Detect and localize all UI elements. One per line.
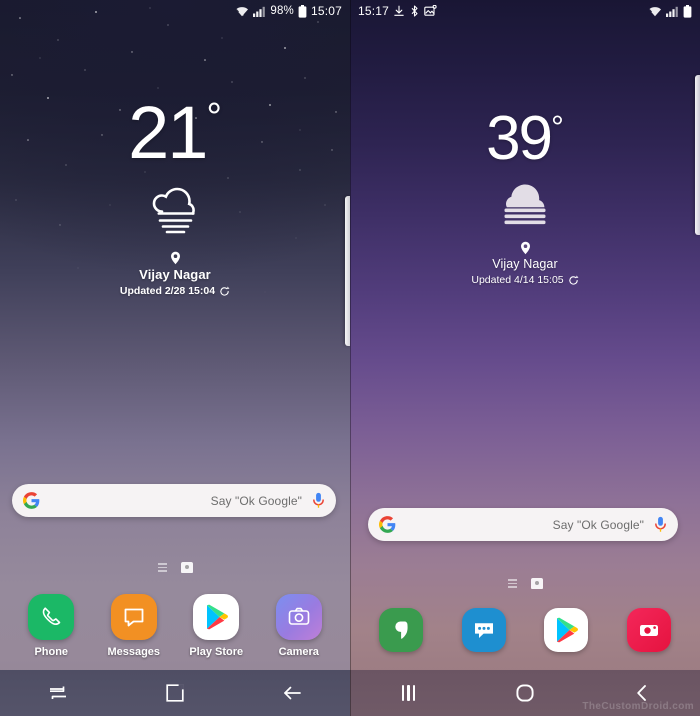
page-lines-icon[interactable] — [507, 579, 517, 588]
left-status-bar: 98% 15:07 — [0, 0, 350, 22]
weather-updated-label: Updated 2/28 15:04 — [119, 285, 216, 297]
dock-app-label: Camera — [278, 646, 319, 658]
recents-button[interactable] — [28, 670, 88, 716]
home-page-icon[interactable] — [530, 578, 543, 589]
temperature-value: 39 — [486, 104, 553, 173]
dock-app-messages[interactable]: Messages — [103, 594, 165, 658]
degree-symbol: ° — [206, 96, 222, 140]
status-clock: 15:17 — [358, 4, 390, 18]
left-navigation-bar — [0, 670, 350, 716]
left-weather-widget[interactable]: 21° Vijay Nagar Updated 2/28 15:04 — [0, 96, 350, 297]
signal-icon — [666, 6, 678, 17]
dock-app-camera[interactable]: Camera — [268, 594, 330, 658]
home-page-icon[interactable] — [180, 562, 193, 573]
status-clock: 15:07 — [310, 4, 342, 18]
back-arrow-icon — [283, 686, 301, 700]
left-google-search-bar[interactable]: Say "Ok Google" — [12, 484, 336, 517]
dock-app-label: Phone — [34, 646, 69, 658]
home-button[interactable] — [495, 670, 555, 716]
phone-icon[interactable] — [28, 594, 75, 640]
search-placeholder-text: Say "Ok Google" — [210, 493, 302, 508]
left-status-icons: 98% 15:07 — [235, 4, 342, 18]
dock-app-phone[interactable]: Phone — [20, 594, 82, 658]
dock-app-label: Play Store — [189, 646, 244, 658]
screenshot-icon — [424, 5, 437, 16]
right-google-search-bar[interactable]: Say "Ok Google" — [368, 508, 678, 541]
recents-swap-icon — [50, 686, 67, 699]
degree-symbol: ° — [551, 108, 564, 145]
dock-app-phone[interactable] — [370, 608, 432, 658]
weather-updated-row: Updated 4/14 15:05 — [350, 274, 700, 286]
home-circle-icon — [516, 684, 534, 702]
right-status-left-group: 15:17 — [358, 4, 437, 18]
microphone-icon[interactable] — [654, 516, 667, 533]
battery-percent-label: 98% — [270, 5, 294, 17]
left-phone-screen: 98% 15:07 21° Vijay Nagar Updated 2/28 1… — [0, 0, 350, 716]
cloud-fog-filled-icon — [504, 184, 546, 225]
location-pin-icon — [520, 241, 530, 255]
right-status-icons — [648, 4, 692, 18]
refresh-icon[interactable] — [568, 275, 579, 286]
google-g-icon — [379, 516, 396, 533]
back-chevron-icon — [636, 685, 646, 701]
download-icon — [394, 5, 404, 16]
recents-button[interactable] — [378, 670, 438, 716]
battery-icon — [298, 4, 307, 18]
dock-app-camera[interactable] — [618, 608, 680, 658]
home-button[interactable] — [145, 670, 205, 716]
home-square-icon — [166, 684, 184, 702]
battery-icon — [683, 4, 692, 18]
weather-updated-label: Updated 4/14 15:05 — [471, 274, 564, 286]
panel-divider — [350, 0, 351, 716]
signal-icon — [253, 6, 266, 17]
right-phone-screen: 15:17 39° Vijay Nagar Updated 4/14 15:05… — [350, 0, 700, 716]
page-lines-icon[interactable] — [157, 563, 167, 572]
search-placeholder-text: Say "Ok Google" — [552, 517, 644, 532]
weather-city-label: Vijay Nagar — [492, 257, 558, 271]
temperature-display: 21° — [0, 96, 350, 170]
left-page-indicator[interactable] — [0, 562, 350, 573]
dock-app-play-store[interactable] — [535, 608, 597, 658]
cloud-fog-outline-icon — [152, 187, 195, 234]
weather-updated-row: Updated 2/28 15:04 — [0, 285, 350, 297]
refresh-icon[interactable] — [219, 286, 230, 297]
dock-app-label: Messages — [107, 646, 161, 658]
left-dock: Phone Messages Play Store Camera — [0, 594, 350, 658]
right-page-indicator[interactable] — [350, 578, 700, 589]
phone-icon[interactable] — [379, 608, 424, 652]
messages-icon[interactable] — [110, 594, 157, 640]
weather-city-label: Vijay Nagar — [139, 267, 211, 282]
dock-app-messages[interactable] — [453, 608, 515, 658]
comparison-screenshot: 98% 15:07 21° Vijay Nagar Updated 2/28 1… — [0, 0, 700, 716]
location-pin-icon — [170, 251, 180, 265]
edge-panel-handle[interactable] — [695, 75, 700, 235]
play-store-icon[interactable] — [193, 594, 240, 640]
back-button[interactable] — [262, 670, 322, 716]
google-g-icon — [23, 492, 40, 509]
wifi-icon — [648, 6, 661, 16]
wifi-icon — [236, 6, 249, 16]
dock-app-play-store[interactable]: Play Store — [185, 594, 247, 658]
right-weather-widget[interactable]: 39° Vijay Nagar Updated 4/14 15:05 — [350, 108, 700, 286]
microphone-icon[interactable] — [312, 492, 325, 509]
recents-bars-icon — [401, 685, 416, 701]
camera-icon[interactable] — [275, 594, 322, 640]
play-store-icon[interactable] — [544, 608, 589, 652]
bluetooth-icon — [411, 5, 418, 17]
temperature-display: 39° — [350, 108, 700, 170]
right-dock — [350, 608, 700, 658]
messages-icon[interactable] — [461, 608, 506, 652]
camera-icon[interactable] — [626, 608, 671, 652]
right-status-bar: 15:17 — [350, 0, 700, 22]
watermark-text: TheCustomDroid.com — [582, 701, 694, 712]
temperature-value: 21 — [128, 91, 208, 174]
